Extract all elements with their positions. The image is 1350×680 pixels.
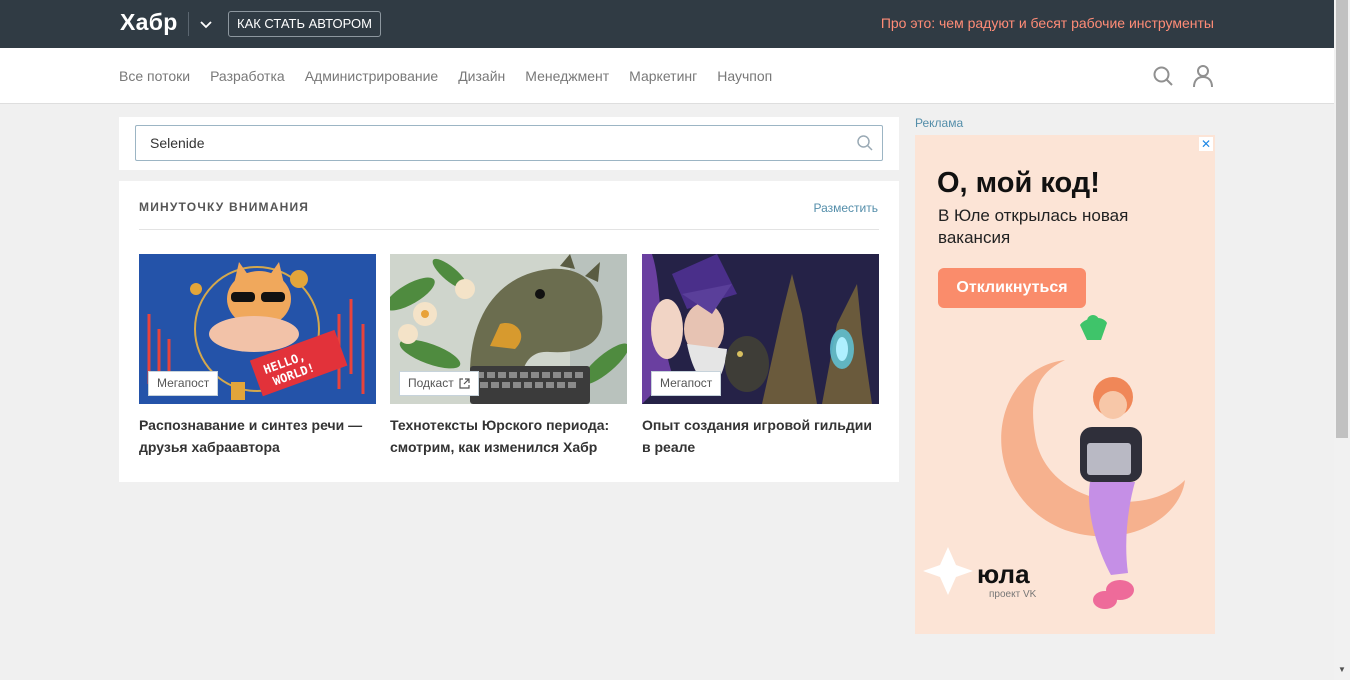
tile-title[interactable]: Опыт создания игровой гильдии в реале xyxy=(642,414,879,458)
nav-item-all-flows[interactable]: Все потоки xyxy=(119,68,190,84)
divider xyxy=(139,229,879,230)
scroll-down-arrow-icon[interactable]: ▼ xyxy=(1336,664,1348,676)
tile-image-dinosaur[interactable]: Подкаст xyxy=(390,254,627,404)
search-panel xyxy=(119,117,899,170)
tile-badge: Мегапост xyxy=(148,371,219,396)
habr-logo[interactable]: Хабр xyxy=(120,9,178,36)
tile-badge: Подкаст xyxy=(399,371,479,396)
how-to-become-author-button[interactable]: КАК СТАТЬ АВТОРОМ xyxy=(228,11,381,37)
tile-image-guild[interactable]: Мегапост xyxy=(642,254,879,404)
ad-subline: В Юле открылась новая вакансия xyxy=(938,206,1129,247)
promo-tile[interactable]: HELLO, WORLD! Мегапост Распознавание и с… xyxy=(139,254,376,458)
ad-headline: О, мой код! xyxy=(937,167,1100,199)
promo-tile[interactable]: Подкаст Технотексты Юрского периода: смо… xyxy=(390,254,627,458)
nav-item-design[interactable]: Дизайн xyxy=(458,68,505,84)
search-submit-icon[interactable] xyxy=(856,134,874,152)
tile-title[interactable]: Распознавание и синтез речи — друзья хаб… xyxy=(139,414,376,458)
ad-brand-logo: юла xyxy=(977,559,1030,589)
tile-badge: Мегапост xyxy=(651,371,722,396)
flow-tabs: Все потоки Разработка Администрирование … xyxy=(119,68,792,84)
ad-respond-button[interactable]: Откликнуться xyxy=(938,268,1086,308)
promo-link[interactable]: Про это: чем радуют и бесят рабочие инст… xyxy=(881,15,1214,31)
chevron-down-icon[interactable] xyxy=(197,15,215,33)
user-icon[interactable] xyxy=(1192,64,1214,88)
nav-item-administration[interactable]: Администрирование xyxy=(305,68,439,84)
attention-block: МИНУТОЧКУ ВНИМАНИЯ Разместить HELLO, WOR… xyxy=(119,181,899,482)
search-input[interactable] xyxy=(135,125,883,161)
logo-divider xyxy=(188,12,189,36)
ad-banner[interactable]: О, мой код! В Юле открылась новая ваканс… xyxy=(915,135,1215,634)
ad-label: Реклама xyxy=(915,116,964,130)
ad-brand-subtitle: проект VK xyxy=(989,589,1037,600)
top-bar: Хабр КАК СТАТЬ АВТОРОМ Про это: чем раду… xyxy=(0,0,1334,48)
place-ad-link[interactable]: Разместить xyxy=(813,201,878,215)
scrollbar-thumb[interactable] xyxy=(1336,0,1348,438)
tile-title[interactable]: Технотексты Юрского периода: смотрим, ка… xyxy=(390,414,627,458)
search-icon[interactable] xyxy=(1152,65,1174,87)
tile-image-speech[interactable]: HELLO, WORLD! Мегапост xyxy=(139,254,376,404)
promo-tile[interactable]: Мегапост Опыт создания игровой гильдии в… xyxy=(642,254,879,458)
external-link-icon xyxy=(459,378,470,389)
nav-item-development[interactable]: Разработка xyxy=(210,68,285,84)
nav-item-management[interactable]: Менеджмент xyxy=(525,68,609,84)
nav-bar: Все потоки Разработка Администрирование … xyxy=(0,48,1334,104)
nav-item-popsci[interactable]: Научпоп xyxy=(717,68,772,84)
nav-item-marketing[interactable]: Маркетинг xyxy=(629,68,697,84)
close-ad-icon[interactable]: ✕ xyxy=(1199,137,1213,151)
attention-title: МИНУТОЧКУ ВНИМАНИЯ xyxy=(139,200,310,214)
